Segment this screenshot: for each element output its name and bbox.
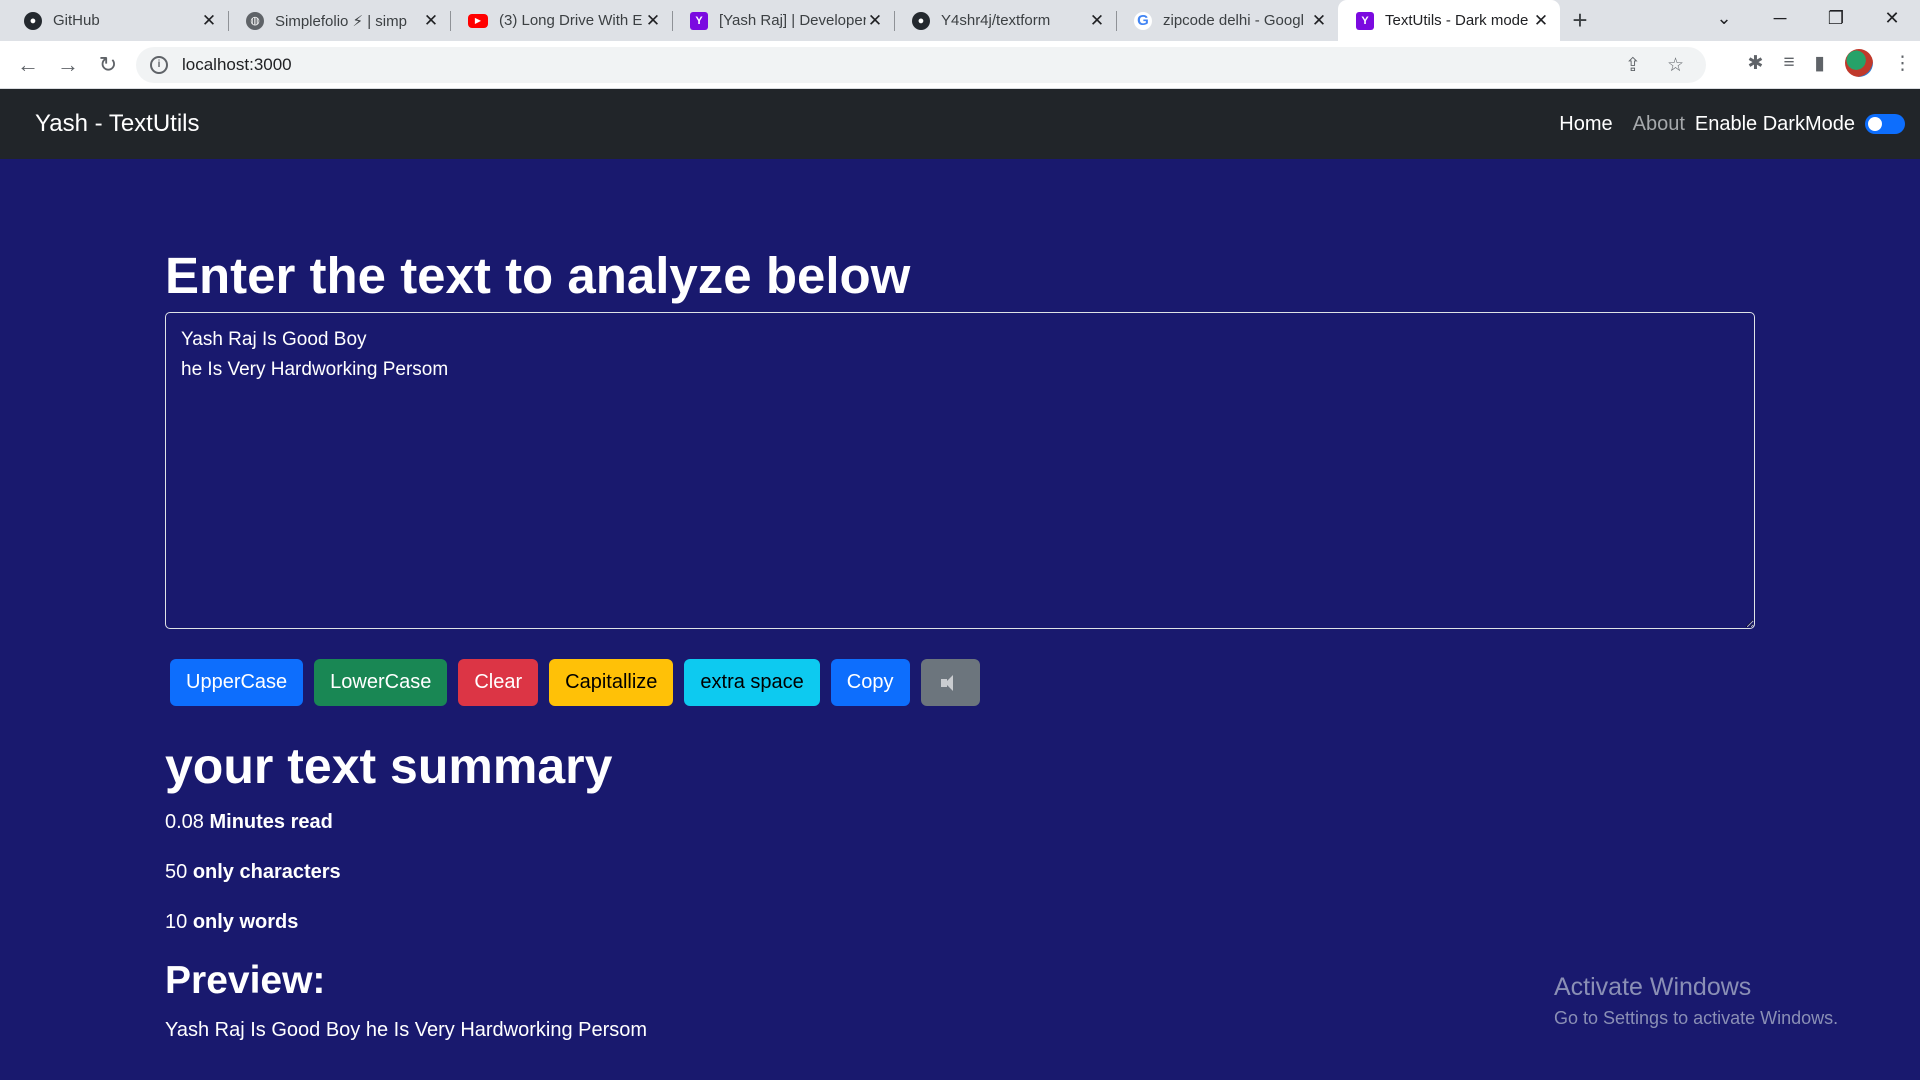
preview-text: Yash Raj Is Good Boy he Is Very Hardwork… (165, 1019, 648, 1041)
text-input[interactable] (165, 312, 1755, 629)
nav-links: Home About Enable DarkMode (1559, 113, 1905, 136)
window-controls: ⌄ ─ ❐ ✕ (1696, 0, 1920, 36)
toolbar-actions: ✱ ≡ ▮ ⋮ (1748, 49, 1912, 77)
tab-title: Simplefolio ⚡ | simp (275, 12, 407, 30)
browser-tab[interactable]: ● Y4shr4j/textform ✕ (894, 0, 1116, 41)
dark-mode-label: Enable DarkMode (1694, 112, 1855, 135)
tab-title: [Yash Raj] | Developer (719, 12, 866, 29)
share-icon[interactable]: ⇪ (1625, 54, 1641, 77)
omnibox-actions: ⇪ ☆ (1625, 54, 1684, 77)
browser-tab[interactable]: ◍ Simplefolio ⚡ | simp ✕ (228, 0, 450, 41)
close-icon[interactable]: ✕ (1532, 11, 1550, 31)
minutes-label: Minutes read (209, 811, 333, 833)
activate-windows-watermark: Activate Windows Go to Settings to activ… (1554, 973, 1838, 1029)
bookmark-star-icon[interactable]: ☆ (1667, 54, 1684, 77)
github-icon: ● (24, 11, 42, 30)
browser-tab[interactable]: ▶ (3) Long Drive With E ✕ (450, 0, 672, 41)
words-stat: 10 only words (165, 911, 298, 934)
reading-list-icon[interactable]: ≡ (1783, 52, 1794, 74)
page-title: Enter the text to analyze below (165, 247, 911, 304)
tab-title: Y4shr4j/textform (941, 12, 1051, 29)
action-buttons: UpperCase LowerCase Clear Capitallize ex… (170, 659, 980, 706)
browser-tab[interactable]: ● GitHub ✕ (6, 0, 228, 41)
new-tab-button[interactable]: + (1560, 0, 1600, 41)
nav-about-link[interactable]: About (1633, 113, 1685, 136)
characters-value: 50 (165, 861, 188, 883)
tab-list: ● GitHub ✕ ◍ Simplefolio ⚡ | simp ✕ ▶ (3… (0, 0, 1600, 41)
close-icon[interactable]: ✕ (1310, 11, 1328, 31)
extensions-icon[interactable]: ✱ (1748, 52, 1764, 75)
browser-tab-active[interactable]: Y TextUtils - Dark mode ✕ (1338, 0, 1560, 41)
restore-button[interactable]: ❐ (1808, 8, 1864, 29)
url-text[interactable]: localhost:3000 (182, 55, 292, 75)
close-icon[interactable]: ✕ (200, 11, 218, 31)
words-value: 10 (165, 911, 188, 933)
tab-title: zipcode delhi - Googl (1163, 12, 1304, 29)
preview-heading: Preview: (165, 959, 326, 1002)
tab-search-icon[interactable]: ⌄ (1696, 8, 1752, 29)
tab-title: GitHub (53, 12, 100, 29)
uppercase-button[interactable]: UpperCase (170, 659, 304, 706)
lowercase-button[interactable]: LowerCase (314, 659, 448, 706)
close-icon[interactable]: ✕ (1088, 11, 1106, 31)
browser-toolbar: ← → ↻ i localhost:3000 ⇪ ☆ ✱ ≡ ▮ ⋮ (0, 41, 1920, 89)
tab-title: TextUtils - Dark mode (1385, 12, 1529, 29)
browser-tab-strip: ● GitHub ✕ ◍ Simplefolio ⚡ | simp ✕ ▶ (3… (0, 0, 1920, 41)
nav-home-link[interactable]: Home (1559, 113, 1612, 136)
minimize-button[interactable]: ─ (1752, 8, 1808, 29)
characters-label: only characters (192, 861, 341, 883)
watermark-subtitle: Go to Settings to activate Windows. (1554, 1008, 1839, 1028)
brand-link[interactable]: Yash - TextUtils (35, 110, 200, 138)
extra-space-button[interactable]: extra space (684, 659, 820, 706)
capitalize-button[interactable]: Capitallize (549, 659, 674, 706)
side-panel-icon[interactable]: ▮ (1815, 52, 1825, 75)
yahoo-icon: Y (1356, 11, 1374, 30)
words-label: only words (192, 911, 299, 933)
app-navbar: Yash - TextUtils Home About Enable DarkM… (0, 89, 1920, 159)
close-icon[interactable]: ✕ (422, 11, 440, 31)
summary-heading: your text summary (165, 738, 613, 794)
forward-icon[interactable]: → (48, 52, 88, 78)
browser-tab[interactable]: G zipcode delhi - Googl ✕ (1116, 0, 1338, 41)
characters-stat: 50 only characters (165, 861, 341, 884)
profile-avatar[interactable] (1845, 49, 1873, 77)
watermark-title: Activate Windows (1554, 973, 1752, 1001)
minutes-value: 0.08 (165, 811, 204, 833)
speaker-icon (941, 674, 959, 691)
google-icon: G (1134, 11, 1152, 30)
reload-icon[interactable]: ↻ (88, 52, 128, 78)
close-icon[interactable]: ✕ (644, 11, 662, 31)
clear-button[interactable]: Clear (458, 659, 539, 706)
main-content: Enter the text to analyze below UpperCas… (0, 159, 1920, 1080)
speak-button[interactable] (920, 659, 980, 706)
youtube-icon: ▶ (468, 13, 488, 28)
minutes-read-stat: 0.08 Minutes read (165, 811, 333, 834)
dark-mode-toggle[interactable] (1865, 114, 1905, 134)
close-icon[interactable]: ✕ (866, 11, 884, 31)
yahoo-icon: Y (690, 11, 708, 30)
globe-icon: ◍ (246, 11, 264, 30)
github-icon: ● (912, 11, 930, 30)
address-bar[interactable]: i localhost:3000 ⇪ ☆ (136, 47, 1706, 83)
back-icon[interactable]: ← (8, 52, 48, 78)
site-info-icon[interactable]: i (150, 56, 168, 74)
browser-tab[interactable]: Y [Yash Raj] | Developer ✕ (672, 0, 894, 41)
copy-button[interactable]: Copy (830, 659, 910, 706)
menu-icon[interactable]: ⋮ (1893, 52, 1912, 75)
tab-title: (3) Long Drive With E (499, 12, 643, 29)
close-window-button[interactable]: ✕ (1864, 8, 1920, 29)
